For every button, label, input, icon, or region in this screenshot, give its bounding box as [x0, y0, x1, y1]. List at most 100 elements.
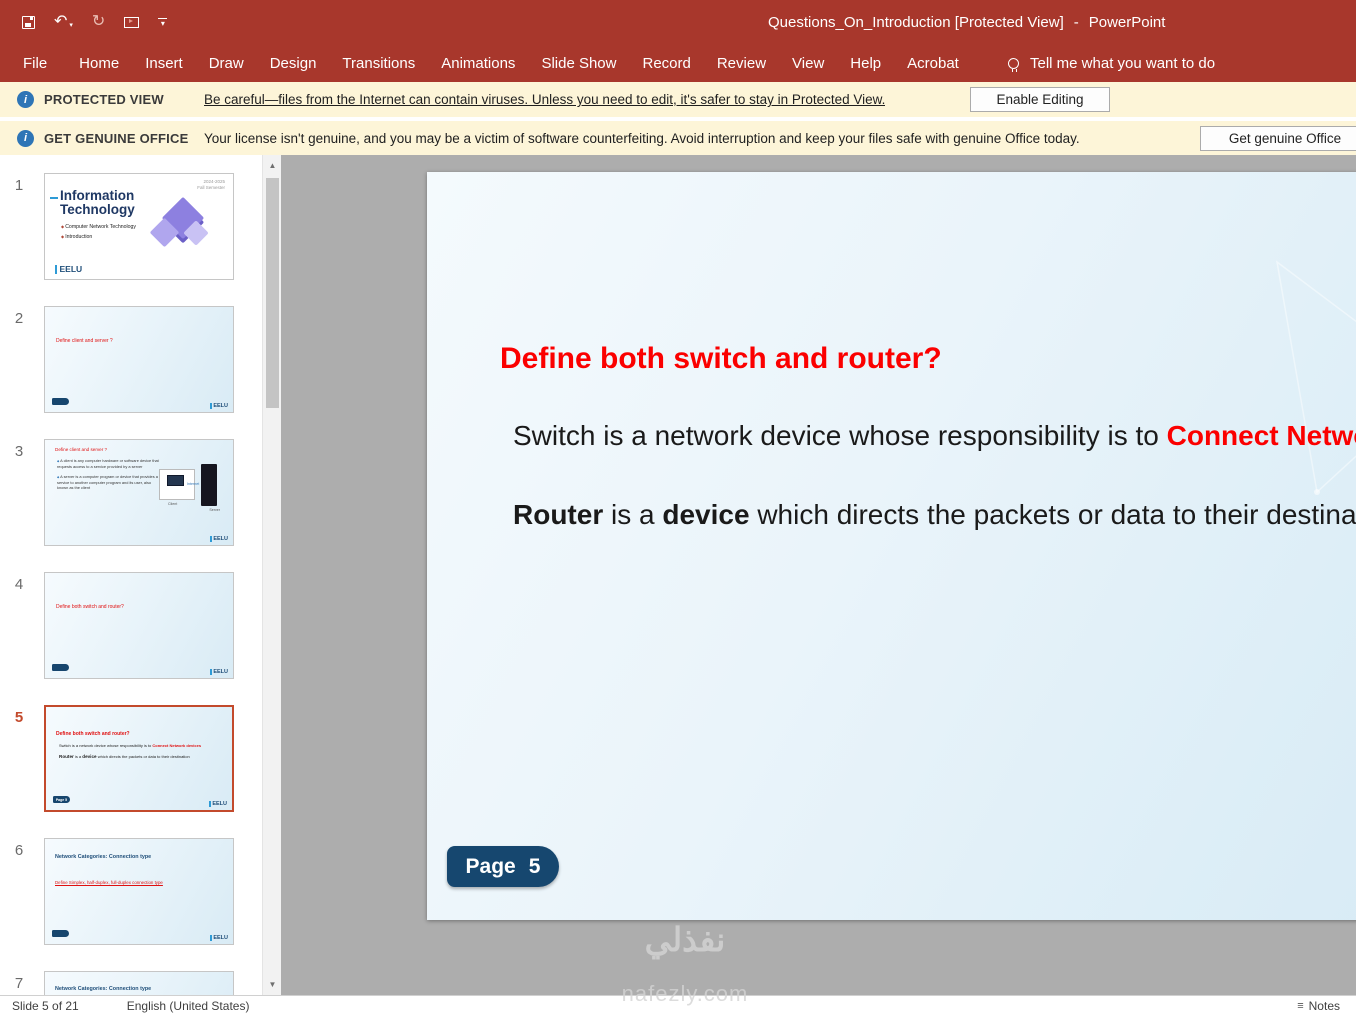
slide-number-2: 2 [14, 310, 24, 327]
ribbon-tab-transitions[interactable]: Transitions [329, 55, 428, 72]
ribbon-tab-design[interactable]: Design [257, 55, 330, 72]
genuine-office-bar: i GET GENUINE OFFICE Your license isn't … [0, 121, 1356, 155]
thumb7-title: Network Categories: Connection type [55, 986, 152, 992]
server-label: Server [209, 508, 220, 512]
language-indicator[interactable]: English (United States) [127, 999, 250, 1013]
thumb5-line1: Switch is a network device whose respons… [59, 743, 202, 748]
lightbulb-icon [1008, 57, 1019, 72]
ribbon-tab-help[interactable]: Help [837, 55, 894, 72]
ribbon-tab-slide-show[interactable]: Slide Show [528, 55, 629, 72]
page-badge [52, 398, 69, 405]
ribbon-tab-acrobat[interactable]: Acrobat [894, 55, 972, 72]
chevron-down-icon: ▾ [69, 22, 73, 29]
title-accent-line [50, 197, 58, 199]
slide-number-4: 4 [14, 576, 24, 593]
server-tower-image [201, 464, 217, 506]
app-name: PowerPoint [1088, 13, 1166, 31]
slide-number-3: 3 [14, 443, 24, 460]
scrollbar-thumb[interactable] [266, 178, 279, 408]
thumb6-title: Network Categories: Connection type [55, 854, 152, 860]
eelu-logo: EELU [210, 403, 228, 409]
window-title: Questions_On_Introduction [Protected Vie… [768, 0, 1165, 44]
ribbon-tabs: File Home Insert Draw Design Transitions… [0, 44, 1356, 82]
thumb5-line2: Router is a device which directs the pac… [59, 754, 190, 759]
eelu-logo: EELU [210, 935, 228, 941]
ribbon-tab-record[interactable]: Record [629, 55, 703, 72]
thumb1-title: Information Technology [60, 188, 135, 217]
notes-icon: ≡ [1297, 999, 1304, 1012]
powerpoint-window: ↶ ▾ ↻ ▾ Questions_On_Introduction [Protec… [0, 0, 1356, 1015]
ribbon-tab-animations[interactable]: Animations [428, 55, 528, 72]
scroll-down-button[interactable]: ▼ [263, 976, 282, 993]
slide-thumbnail-4[interactable]: Define both switch and router? EELU [44, 572, 234, 679]
slide-counter[interactable]: Slide 5 of 21 [12, 999, 79, 1013]
slide-number-7: 7 [14, 975, 24, 992]
vertical-scrollbar[interactable]: ▲ ▼ [262, 155, 281, 995]
get-genuine-office-button[interactable]: Get genuine Office [1200, 125, 1356, 151]
info-icon: i [17, 91, 34, 108]
enable-editing-button[interactable]: Enable Editing [970, 87, 1110, 112]
client-server-graphic: Client Internet Server [159, 464, 223, 520]
slideshow-icon [124, 16, 140, 28]
eelu-logo: EELU [210, 536, 228, 542]
tell-me-label: Tell me what you want to do [1030, 54, 1216, 72]
slide-thumbnail-3[interactable]: Define client and server ? A client is a… [44, 439, 234, 546]
quick-access-toolbar: ↶ ▾ ↻ ▾ [22, 0, 168, 44]
document-name: Questions_On_Introduction [Protected Vie… [768, 13, 1064, 31]
monitor-icon [167, 475, 184, 486]
eelu-logo: EELU [209, 801, 227, 807]
thumb1-date: 2024-2025 Fall Semester [197, 179, 225, 191]
slide-title: Define both switch and router? [500, 342, 942, 375]
customize-quick-access-button[interactable]: ▾ [158, 17, 168, 27]
current-slide: Define both switch and router? Switch is… [427, 172, 1356, 920]
undo-button[interactable]: ↶ ▾ [54, 14, 73, 30]
info-icon: i [17, 129, 34, 147]
protected-view-message-link[interactable]: Be careful—files from the Internet can c… [204, 92, 885, 107]
title-separator: - [1073, 13, 1079, 31]
slide-number-6: 6 [14, 842, 24, 859]
internet-label: Internet [187, 482, 200, 486]
slide-thumbnail-6[interactable]: Network Categories: Connection type Defi… [44, 838, 234, 945]
scroll-up-button[interactable]: ▲ [263, 157, 282, 174]
slide-body-line-1: Switch is a network device whose respons… [513, 420, 1356, 451]
ribbon-tab-review[interactable]: Review [704, 55, 779, 72]
slide-canvas: Define both switch and router? Switch is… [281, 155, 1356, 995]
thumb5-title: Define both switch and router? [56, 731, 130, 737]
start-slideshow-button[interactable] [124, 16, 140, 28]
slide-thumbnail-1[interactable]: 2024-2025 Fall Semester Information Tech… [44, 173, 234, 280]
ribbon-tab-home[interactable]: Home [66, 55, 132, 72]
save-button[interactable] [22, 15, 35, 29]
slide-number-1: 1 [14, 177, 24, 194]
network-pattern-decoration [1275, 260, 1356, 495]
ribbon-tab-draw[interactable]: Draw [196, 55, 257, 72]
redo-button[interactable]: ↻ [92, 14, 105, 30]
genuine-office-label: GET GENUINE OFFICE [44, 130, 189, 146]
thumb2-question: Define client and server ? [56, 338, 113, 344]
eelu-logo: EELU [210, 669, 228, 675]
isometric-servers-graphic [149, 196, 217, 256]
ribbon-tab-file[interactable]: File [10, 55, 60, 72]
undo-icon: ↶ [54, 13, 68, 30]
page-badge [52, 664, 69, 671]
slide-thumbnails-panel: 1 2024-2025 Fall Semester Information Te… [0, 155, 262, 1015]
status-bar: Slide 5 of 21 English (United States) ≡ … [0, 995, 1356, 1015]
slide-thumbnail-5-selected[interactable]: Define both switch and router? Switch is… [44, 705, 234, 812]
page-badge: Page 5 [53, 796, 70, 803]
client-label: Client [168, 502, 178, 506]
tell-me-box[interactable]: Tell me what you want to do [1008, 44, 1215, 82]
thumb6-subtitle: Define Simplex, half-duplex, full-duplex… [55, 880, 163, 885]
thumb3-title: Define client and server ? [55, 447, 108, 452]
thumb3-body: A client is any computer hardware or sof… [57, 458, 161, 495]
thumb1-bullets: Computer Network Technology Introduction [61, 224, 136, 244]
genuine-office-message: Your license isn't genuine, and you may … [204, 130, 1080, 146]
notes-button[interactable]: ≡ Notes [1297, 999, 1340, 1013]
ribbon-tab-insert[interactable]: Insert [132, 55, 196, 72]
redo-icon: ↻ [91, 13, 106, 30]
ribbon-tab-view[interactable]: View [779, 55, 837, 72]
slide-number-5: 5 [14, 709, 24, 726]
slide-body-line-2: Router is a device which directs the pac… [513, 499, 1356, 530]
slide-thumbnail-2[interactable]: Define client and server ? EELU [44, 306, 234, 413]
title-bar: ↶ ▾ ↻ ▾ Questions_On_Introduction [Protec… [0, 0, 1356, 44]
thumb4-question: Define both switch and router? [56, 604, 124, 610]
protected-view-bar: i PROTECTED VIEW Be careful—files from t… [0, 82, 1356, 119]
